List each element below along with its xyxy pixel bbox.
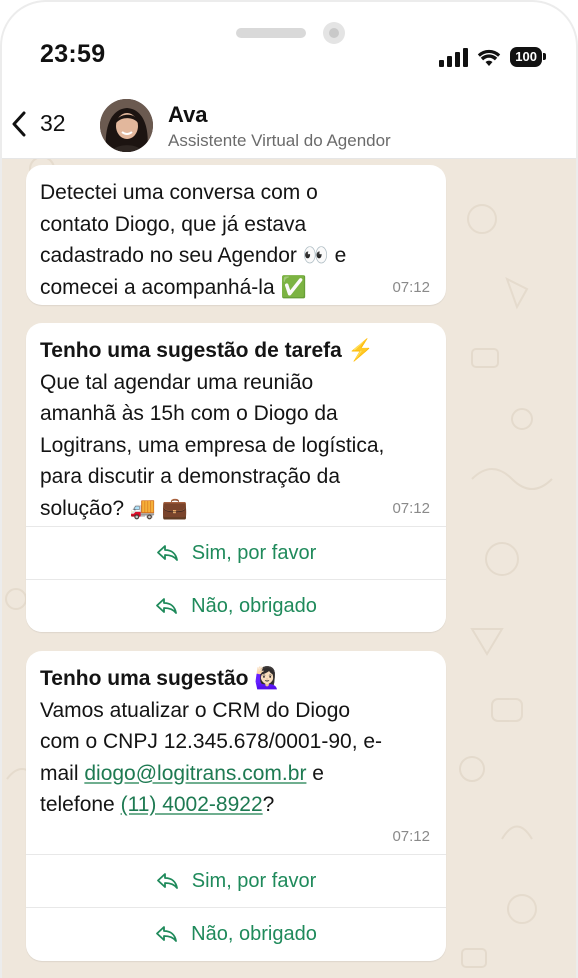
message-line: Detectei uma conversa com o [40, 181, 318, 204]
back-chevron-icon [12, 111, 26, 136]
chat-area[interactable]: Detectei uma conversa com o contato Diog… [2, 159, 576, 978]
message-line: para discutir a demonstração da [40, 465, 340, 488]
message-line: comecei a acompanhá-la ✅ [40, 275, 307, 299]
quick-reply-label: Sim, por favor [191, 869, 317, 892]
message-line: amanhã às 15h com o Diogo da [40, 402, 338, 425]
quick-reply-yes-button[interactable]: Sim, por favor [26, 526, 446, 579]
reply-icon [156, 545, 178, 561]
message-line: com o CNPJ 12.345.678/0001-90, e- [40, 730, 383, 753]
message-line: mail diogo@logitrans.com.br e [40, 761, 324, 785]
quick-reply-label: Sim, por favor [191, 541, 317, 564]
quick-reply-label: Não, obrigado [191, 922, 317, 945]
message-line: telefone (11) 4002-8922? [40, 793, 275, 816]
message-timestamp: 07:12 [392, 828, 430, 845]
message-line: cadastrado no seu Agendor 👀 e [40, 244, 347, 267]
speaker [236, 28, 306, 38]
message-timestamp: 07:12 [392, 279, 430, 296]
message-line: contato Diogo, que já estava [40, 212, 307, 236]
quick-reply-yes-button[interactable]: Sim, por favor [26, 854, 446, 907]
message-title: Tenho uma sugestão 🙋🏻‍♀️ [40, 667, 281, 690]
chat-header: 32 Ava Assistente Virtual do Agendor [2, 90, 576, 159]
wifi-icon [478, 49, 501, 66]
message-text: Tenho uma sugestão 🙋🏻‍♀️ Vamos atualizar… [26, 651, 446, 821]
message-timestamp: 07:12 [392, 500, 430, 517]
message-text: Detectei uma conversa com o contato Diog… [26, 165, 446, 303]
message-line: solução? 🚚 💼 [40, 496, 189, 520]
quick-reply-no-button[interactable]: Não, obrigado [26, 907, 446, 960]
status-icons: 100 [439, 44, 546, 70]
phone-frame: 23:59 100 32 Ava Assistente Virtual do A… [0, 0, 578, 978]
reply-icon [156, 873, 178, 889]
email-link[interactable]: diogo@logitrans.com.br [84, 762, 306, 785]
phone-link[interactable]: (11) 4002-8922 [121, 793, 263, 816]
message-text: Tenho uma sugestão de tarefa ⚡ Que tal a… [26, 323, 446, 524]
contact-subtitle: Assistente Virtual do Agendor [168, 131, 391, 150]
unread-count: 32 [40, 110, 66, 136]
reply-icon [156, 926, 178, 942]
signal-icon [439, 47, 469, 67]
quick-reply-no-button[interactable]: Não, obrigado [26, 579, 446, 632]
reply-icon [156, 598, 178, 614]
quick-reply-label: Não, obrigado [191, 594, 317, 617]
message-line: Vamos atualizar o CRM do Diogo [40, 698, 351, 722]
message-bubble: Tenho uma sugestão 🙋🏻‍♀️ Vamos atualizar… [26, 651, 446, 961]
message-bubble: Tenho uma sugestão de tarefa ⚡ Que tal a… [26, 323, 446, 632]
message-line: Que tal agendar uma reunião [40, 370, 314, 394]
front-camera [323, 22, 345, 44]
status-time: 23:59 [40, 40, 106, 68]
battery-icon: 100 [510, 47, 546, 67]
message-line: Logitrans, uma empresa de logística, [40, 433, 385, 457]
message-bubble: Detectei uma conversa com o contato Diog… [26, 165, 446, 305]
message-title: Tenho uma sugestão de tarefa ⚡ [40, 339, 374, 362]
back-button[interactable]: 32 [12, 110, 66, 137]
avatar[interactable] [100, 99, 153, 152]
contact-name[interactable]: Ava [168, 102, 208, 128]
